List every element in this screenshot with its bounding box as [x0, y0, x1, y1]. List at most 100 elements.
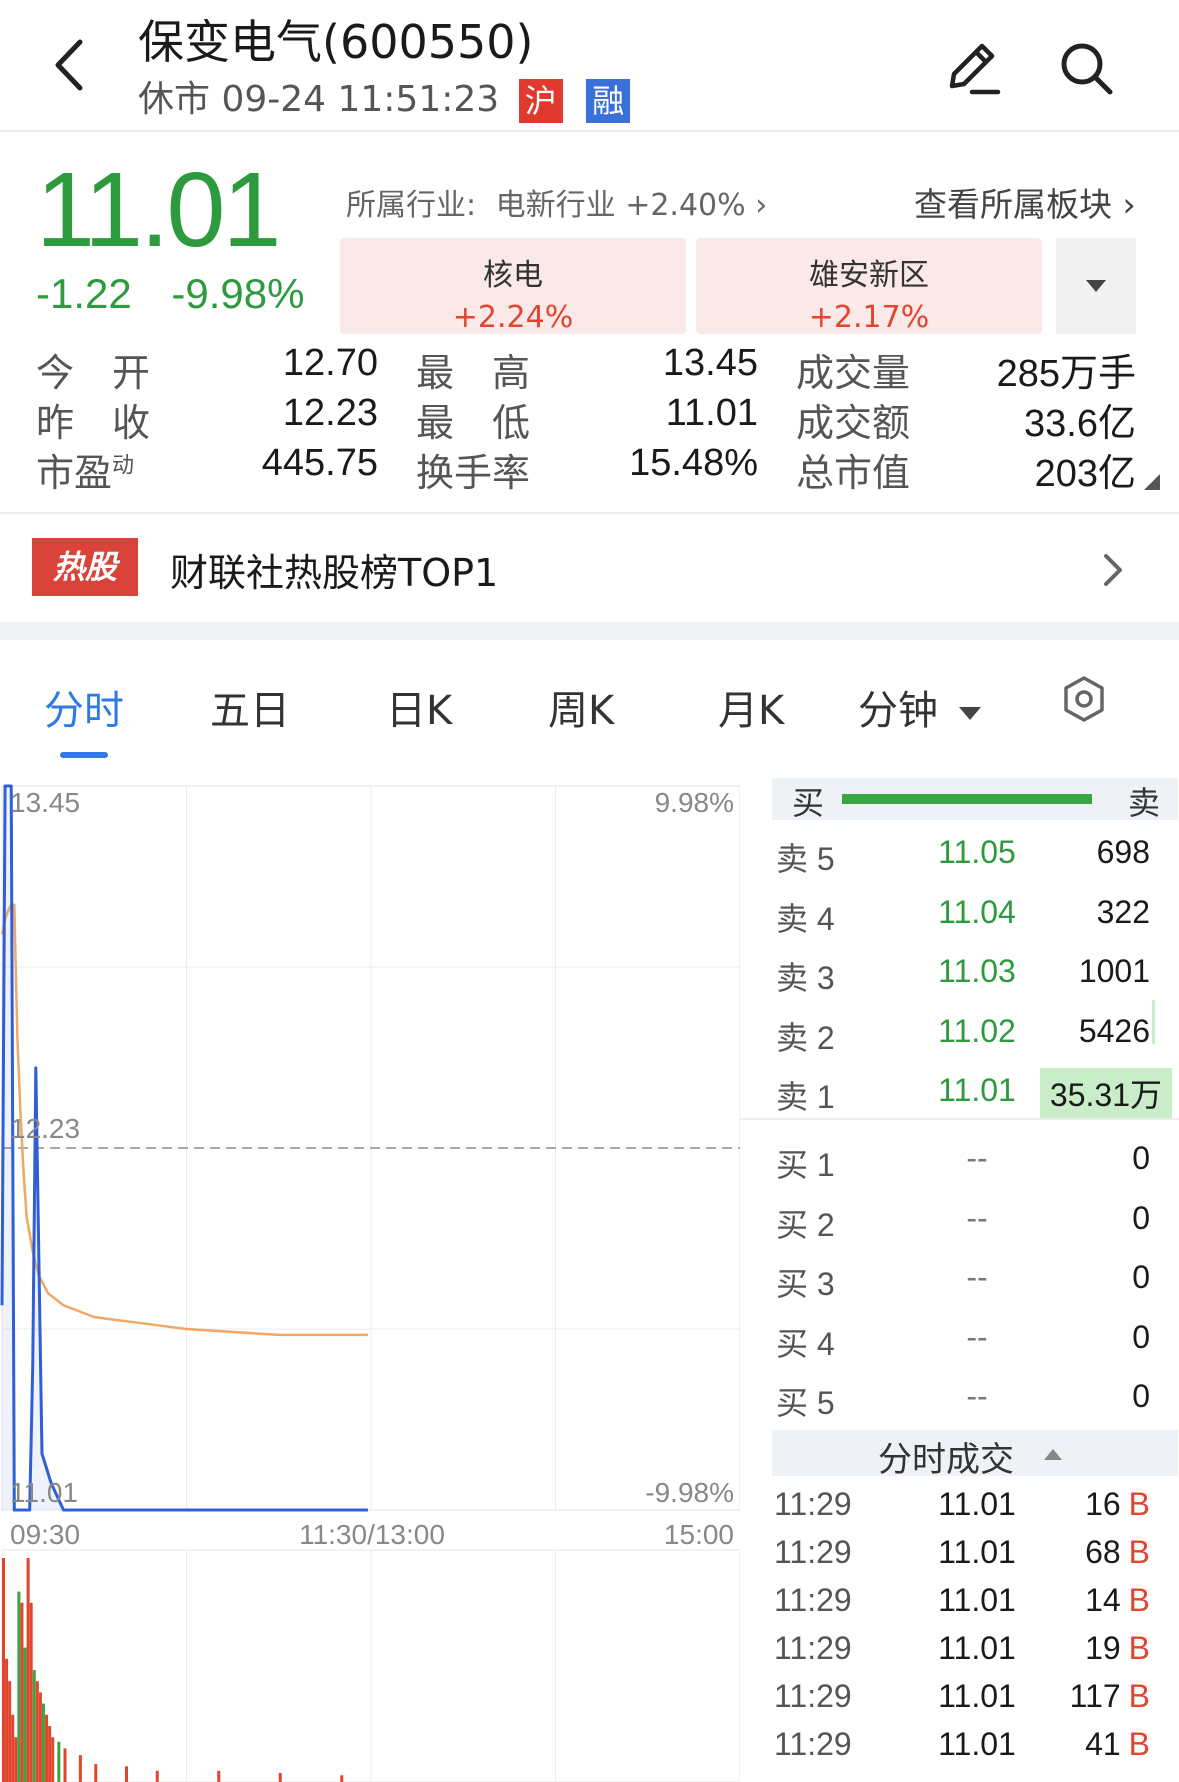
stat-label: 最 低	[416, 401, 531, 445]
bid-row[interactable]: 买 1 -- 0	[772, 1130, 1172, 1188]
trade-price: 11.01	[938, 1726, 1016, 1762]
volume-bar	[17, 1591, 21, 1782]
chart-settings-icon[interactable]	[1062, 674, 1106, 728]
ask-row[interactable]: 卖 1 11.01 35.31万	[772, 1062, 1172, 1120]
triangle-down-icon	[958, 707, 981, 720]
y-tick-label-right: 9.98%	[655, 787, 734, 818]
sell-header-label: 卖	[1128, 784, 1161, 822]
level-label: 买 4	[776, 1325, 835, 1362]
hot-badge: 热股	[32, 538, 138, 596]
trade-detail-header[interactable]: 分时成交	[772, 1430, 1178, 1480]
x-tick-label: 11:30/13:00	[299, 1519, 445, 1550]
sector-card-xiongan[interactable]: 雄安新区 +2.17%	[696, 238, 1042, 335]
bid-row[interactable]: 买 4 -- 0	[772, 1309, 1172, 1367]
trade-volume-value: 14	[1085, 1582, 1121, 1618]
depth-bar	[1152, 1000, 1155, 1044]
level-volume: 0	[1132, 1378, 1150, 1414]
chevron-right-icon: ›	[755, 188, 768, 223]
y-tick-label: 11.01	[10, 1477, 78, 1508]
sector-card-nuclear[interactable]: 核电 +2.24%	[340, 238, 686, 335]
back-arrow-icon[interactable]	[40, 30, 100, 100]
level-volume: 0	[1132, 1318, 1150, 1355]
ask-row[interactable]: 卖 2 11.02 5426	[772, 1003, 1172, 1061]
trade-time: 11:29	[774, 1630, 852, 1666]
bid-row[interactable]: 买 3 -- 0	[772, 1249, 1172, 1307]
view-sector-link[interactable]: 查看所属板块 ›	[914, 178, 1136, 226]
stat-label: 今 开	[36, 351, 151, 395]
stat-value: 12.23	[282, 392, 378, 434]
trade-time: 11:29	[774, 1534, 852, 1570]
divider	[740, 1118, 1179, 1120]
search-icon[interactable]	[1054, 36, 1118, 100]
industry-change: +2.40%	[625, 188, 746, 223]
trade-volume: 41 B	[1085, 1726, 1150, 1763]
stat-label: 昨 收	[36, 401, 151, 445]
intraday-chart[interactable]: 13.45 12.23 11.01 9.98% -9.98% 09:30 11:30/13:…	[0, 776, 740, 1782]
tab-minute[interactable]: 分钟	[858, 678, 983, 736]
chevron-right-icon: ›	[1122, 185, 1136, 224]
industry-link[interactable]: 所属行业: 电新行业 +2.40% ›	[346, 180, 767, 224]
level-volume: 0	[1132, 1140, 1150, 1176]
volume-bar	[94, 1764, 98, 1782]
volume-bar	[20, 1602, 24, 1782]
ask-row[interactable]: 卖 5 11.05 698	[772, 824, 1172, 882]
level-volume: 5426	[1078, 1012, 1150, 1049]
edit-pencil-icon[interactable]	[940, 36, 1004, 100]
level-price: --	[966, 1140, 988, 1176]
trade-side: B	[1128, 1486, 1150, 1522]
level-label: 买 2	[776, 1206, 835, 1243]
level-label: 买 5	[776, 1385, 835, 1421]
triangle-down-icon	[1086, 280, 1106, 292]
sector-change: +2.17%	[808, 300, 930, 335]
trade-volume: 14 B	[1085, 1582, 1150, 1619]
level-label: 卖 3	[776, 960, 835, 996]
ask-row[interactable]: 卖 3 11.03 1001	[772, 943, 1172, 1001]
level-price: 11.02	[938, 1012, 1016, 1049]
level-price: --	[966, 1378, 988, 1414]
volume-bar	[26, 1558, 30, 1782]
volume-bar	[14, 1737, 18, 1782]
stats-grid: 今 开 12.70 最 高 13.45 成交量 285万手昨 收 12.23 最 低 11.01…	[0, 340, 1179, 500]
stat-label: 总市值	[796, 451, 911, 495]
volume-bar	[35, 1681, 39, 1782]
volume-bar	[5, 1658, 9, 1782]
view-sector-label: 查看所属板块	[914, 185, 1112, 224]
sector-expand-button[interactable]	[1056, 238, 1136, 334]
x-tick-label: 15:00	[664, 1519, 734, 1550]
ask-row[interactable]: 卖 4 11.04 322	[772, 884, 1172, 942]
volume-bar	[29, 1602, 33, 1782]
x-tick-label: 09:30	[10, 1519, 80, 1550]
triangle-corner-icon	[1140, 470, 1162, 496]
tab-five-day[interactable]: 五日	[210, 678, 290, 736]
volume-bar	[155, 1770, 159, 1782]
level-price: --	[966, 1199, 988, 1236]
level-volume: 0	[1132, 1199, 1150, 1236]
y-tick-label-right: -9.98%	[645, 1477, 734, 1508]
volume-bar	[45, 1714, 49, 1782]
trade-volume: 117 B	[1070, 1678, 1150, 1715]
level-price: --	[966, 1259, 988, 1295]
tab-daily-k[interactable]: 日K	[386, 678, 452, 736]
trade-row: 11:29 11.01 68 B	[772, 1530, 1172, 1578]
trade-volume-value: 41	[1085, 1726, 1121, 1762]
trade-side: B	[1128, 1678, 1150, 1714]
stat-value: 15.48%	[629, 442, 758, 484]
level-volume: 698	[1096, 834, 1150, 870]
level-price: --	[966, 1318, 988, 1355]
trade-row: 11:29 11.01 19 B	[772, 1626, 1172, 1674]
tab-monthly-k[interactable]: 月K	[718, 678, 784, 736]
buy-header-label: 买	[792, 784, 825, 822]
tab-intraday[interactable]: 分时	[44, 678, 124, 736]
stat-value: 445.75	[261, 442, 378, 484]
bid-row[interactable]: 买 5 -- 0	[772, 1368, 1172, 1426]
trade-time: 11:29	[774, 1678, 852, 1714]
level-label: 卖 5	[776, 841, 835, 877]
trade-row: 11:29 11.01 16 B	[772, 1482, 1172, 1530]
stat-label: 换手率	[416, 451, 531, 495]
trade-price: 11.01	[938, 1582, 1016, 1618]
sector-change: +2.24%	[452, 300, 574, 335]
tab-weekly-k[interactable]: 周K	[548, 678, 614, 736]
volume-bar	[125, 1766, 128, 1782]
industry-label: 所属行业:	[346, 188, 477, 223]
bid-row[interactable]: 买 2 -- 0	[772, 1190, 1172, 1248]
